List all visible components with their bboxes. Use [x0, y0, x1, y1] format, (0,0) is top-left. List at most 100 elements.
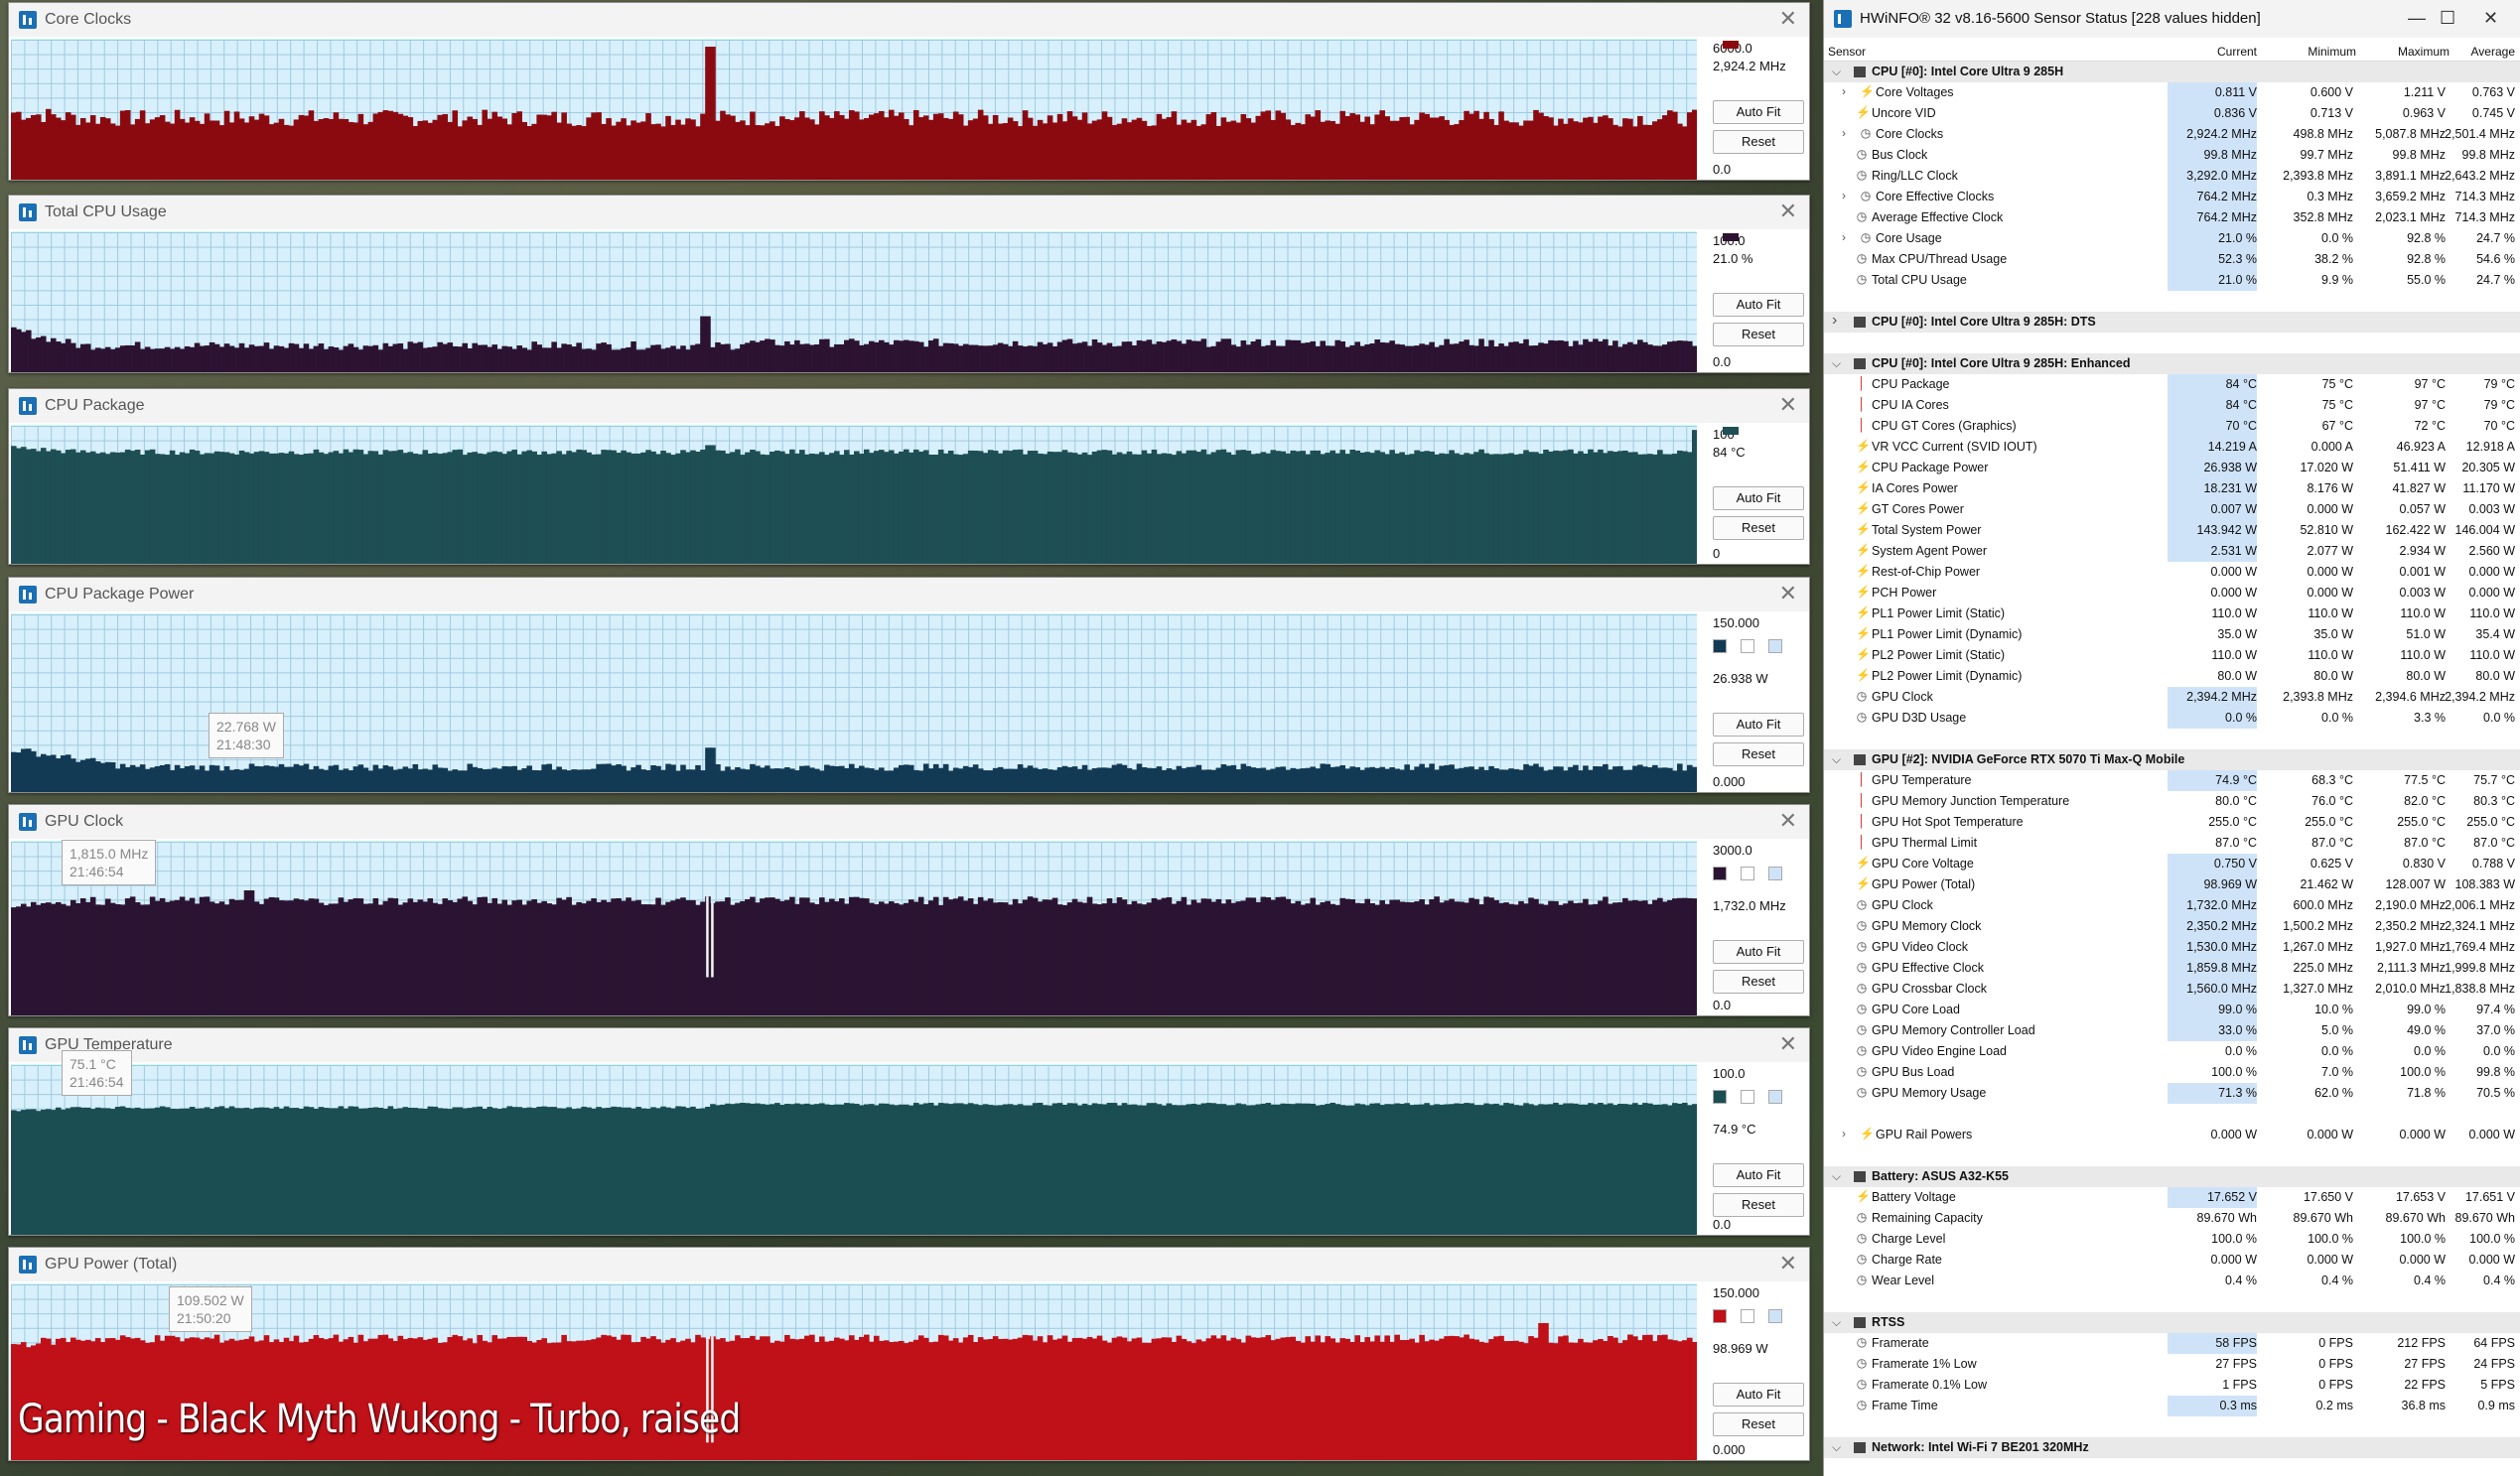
expand-chevron-icon[interactable]: › [1842, 1127, 1846, 1141]
reset-button[interactable]: Reset [1713, 970, 1804, 994]
sensor-row[interactable]: ◷ GPU Memory Controller Load 33.0 % 5.0 % 49… [1824, 1020, 2520, 1041]
graph-title-bar[interactable]: Core Clocks ✕ [9, 3, 1809, 37]
graph-color-marker[interactable] [1723, 41, 1739, 49]
col-average[interactable]: Average [2440, 45, 2515, 59]
sensor-row[interactable]: › ◷ Core Effective Clocks 764.2 MHz 0.3 MHz 3… [1824, 187, 2520, 207]
maximize-icon[interactable]: ☐ [2440, 8, 2455, 29]
sensor-row[interactable]: ⚡ CPU Package Power 26.938 W 17.020 W 51.411… [1824, 458, 2520, 478]
reset-button[interactable]: Reset [1713, 1193, 1804, 1217]
expand-chevron-icon[interactable]: › [1842, 230, 1846, 244]
close-icon[interactable]: ✕ [1779, 393, 1797, 417]
sensor-row[interactable]: ◷ Total CPU Usage 21.0 % 9.9 % 55.0 % 24.7 % [1824, 270, 2520, 291]
sensor-row[interactable]: │ GPU Temperature 74.9 °C 68.3 °C 77.5 °C 75.… [1824, 770, 2520, 791]
graph-color-swatch[interactable] [1713, 1090, 1727, 1104]
chevron-down-icon[interactable]: ⌵ [1832, 752, 1841, 767]
sensor-row[interactable]: ◷ GPU Video Engine Load 0.0 % 0.0 % 0.0 % 0.0… [1824, 1041, 2520, 1062]
sensor-group-header[interactable]: ⌵ GPU [#2]: NVIDIA GeForce RTX 5070 Ti Ma… [1824, 749, 2520, 770]
col-minimum[interactable]: Minimum [2281, 45, 2356, 59]
sensor-row[interactable]: ◷ Remaining Capacity 89.670 Wh 89.670 Wh 89.… [1824, 1208, 2520, 1229]
graph-color-swatch[interactable] [1741, 639, 1754, 653]
sensor-row[interactable]: ◷ GPU Video Clock 1,530.0 MHz 1,267.0 MHz 1,… [1824, 937, 2520, 958]
sensor-row[interactable]: ◷ Framerate 0.1% Low 1 FPS 0 FPS 22 FPS 5 FPS [1824, 1375, 2520, 1396]
close-icon[interactable]: ✕ [1779, 1252, 1797, 1275]
sensor-group-header[interactable]: ⌵ CPU [#0]: Intel Core Ultra 9 285H [1824, 62, 2520, 82]
reset-button[interactable]: Reset [1713, 1412, 1804, 1436]
reset-button[interactable]: Reset [1713, 130, 1804, 154]
sensor-row[interactable]: ⚡ GPU Power (Total) 98.969 W 21.462 W 128.00… [1824, 874, 2520, 895]
sensor-row[interactable]: │ CPU GT Cores (Graphics) 70 °C 67 °C 72 °C 7… [1824, 416, 2520, 437]
sensor-row[interactable]: ◷ GPU Clock 1,732.0 MHz 600.0 MHz 2,190.0 MH… [1824, 895, 2520, 916]
close-icon[interactable]: ✕ [2483, 8, 2498, 29]
graph-color-swatch[interactable] [1768, 639, 1782, 653]
chevron-down-icon[interactable]: ⌵ [1832, 356, 1841, 371]
graph-title-bar[interactable]: CPU Package Power ✕ [9, 578, 1809, 611]
sensor-row[interactable]: ◷ GPU Bus Load 100.0 % 7.0 % 100.0 % 99.8 % [1824, 1062, 2520, 1083]
sensor-row[interactable]: ⚡ System Agent Power 2.531 W 2.077 W 2.934 W… [1824, 541, 2520, 562]
sensor-row[interactable]: ⚡ Uncore VID 0.836 V 0.713 V 0.963 V 0.745 V [1824, 103, 2520, 124]
expand-chevron-icon[interactable]: › [1842, 126, 1846, 140]
graph-title-bar[interactable]: GPU Temperature ✕ [9, 1028, 1809, 1062]
auto-fit-button[interactable]: Auto Fit [1713, 940, 1804, 964]
graph-color-swatch[interactable] [1713, 1309, 1727, 1323]
sensor-row[interactable]: ⚡ Rest-of-Chip Power 0.000 W 0.000 W 0.001 W… [1824, 562, 2520, 583]
sensor-row[interactable]: ⚡ PL1 Power Limit (Static) 110.0 W 110.0 W1… [1824, 604, 2520, 624]
sensor-row[interactable]: ◷ Max CPU/Thread Usage 52.3 % 38.2 % 92.8 % 5… [1824, 249, 2520, 270]
sensor-row[interactable]: ◷ GPU Clock 2,394.2 MHz 2,393.8 MHz 2,394.6 … [1824, 687, 2520, 708]
sensor-row[interactable]: ◷ GPU Effective Clock 1,859.8 MHz 225.0 MHz… [1824, 958, 2520, 979]
sensor-group-header[interactable]: ⌵ CPU [#0]: Intel Core Ultra 9 285H: Enha… [1824, 353, 2520, 374]
title-bar[interactable]: HWiNFO® 32 v8.16-5600 Sensor Status [228… [1824, 0, 2520, 38]
graph-color-marker[interactable] [1723, 427, 1739, 435]
chevron-right-icon[interactable]: › [1832, 312, 1837, 330]
graph-color-swatch[interactable] [1768, 867, 1782, 880]
auto-fit-button[interactable]: Auto Fit [1713, 100, 1804, 124]
graph-color-swatch[interactable] [1741, 867, 1754, 880]
sensor-row[interactable]: ◷ Framerate 1% Low 27 FPS 0 FPS 27 FPS 24 FPS [1824, 1354, 2520, 1375]
chevron-down-icon[interactable]: ⌵ [1832, 1440, 1841, 1455]
sensor-group-header[interactable]: › CPU [#0]: Intel Core Ultra 9 285H: DTS [1824, 312, 2520, 333]
sensor-row[interactable]: │ CPU IA Cores 84 °C 75 °C 97 °C 79 °C [1824, 395, 2520, 416]
sensor-row[interactable]: ◷ GPU Crossbar Clock 1,560.0 MHz 1,327.0 MH… [1824, 979, 2520, 1000]
sensor-group-header[interactable]: ⌵ RTSS [1824, 1312, 2520, 1333]
auto-fit-button[interactable]: Auto Fit [1713, 713, 1804, 737]
sensor-row[interactable]: › ⚡ Core Voltages 0.811 V 0.600 V 1.211 V 0.76… [1824, 82, 2520, 103]
auto-fit-button[interactable]: Auto Fit [1713, 1163, 1804, 1187]
sensor-row[interactable]: ◷ Bus Clock 99.8 MHz 99.7 MHz 99.8 MHz 99.8 M… [1824, 145, 2520, 166]
close-icon[interactable]: ✕ [1779, 1032, 1797, 1056]
sensor-row[interactable]: ◷ Average Effective Clock 764.2 MHz 352.8 M… [1824, 207, 2520, 228]
sensor-row[interactable]: ◷ GPU D3D Usage 0.0 % 0.0 % 3.3 % 0.0 % [1824, 708, 2520, 729]
reset-button[interactable]: Reset [1713, 323, 1804, 346]
sensor-row[interactable]: ⚡ Total System Power 143.942 W 52.810 W 162.… [1824, 520, 2520, 541]
col-maximum[interactable]: Maximum [2370, 45, 2450, 59]
auto-fit-button[interactable]: Auto Fit [1713, 1383, 1804, 1407]
reset-button[interactable]: Reset [1713, 516, 1804, 540]
sensor-row[interactable]: › ⚡ GPU Rail Powers 0.000 W 0.000 W 0.000 W 0.… [1824, 1125, 2520, 1145]
graph-color-swatch[interactable] [1768, 1090, 1782, 1104]
sensor-row[interactable]: › ◷ Core Usage 21.0 % 0.0 % 92.8 % 24.7 % [1824, 228, 2520, 249]
graph-color-swatch[interactable] [1741, 1309, 1754, 1323]
sensor-row[interactable]: ◷ GPU Core Load 99.0 % 10.0 % 99.0 % 97.4 % [1824, 1000, 2520, 1020]
close-icon[interactable]: ✕ [1779, 7, 1797, 31]
graph-title-bar[interactable]: GPU Power (Total) ✕ [9, 1248, 1809, 1281]
auto-fit-button[interactable]: Auto Fit [1713, 486, 1804, 510]
sensor-row[interactable]: ⚡ PL2 Power Limit (Dynamic) 80.0 W 80.0 W 80… [1824, 666, 2520, 687]
sensor-row[interactable]: ⚡ PL1 Power Limit (Dynamic) 35.0 W 35.0 W 51… [1824, 624, 2520, 645]
sensor-row[interactable]: │ GPU Memory Junction Temperature 80.0 °C 7… [1824, 791, 2520, 812]
chevron-down-icon[interactable]: ⌵ [1832, 1315, 1841, 1330]
sensor-row[interactable]: ◷ Charge Level 100.0 % 100.0 % 100.0 % 100.0 … [1824, 1229, 2520, 1250]
auto-fit-button[interactable]: Auto Fit [1713, 293, 1804, 317]
sensor-row[interactable]: ⚡ PL2 Power Limit (Static) 110.0 W 110.0 W1… [1824, 645, 2520, 666]
sensor-row[interactable]: ⚡ GPU Core Voltage 0.750 V 0.625 V 0.830 V 0.… [1824, 854, 2520, 874]
graph-color-swatch[interactable] [1713, 867, 1727, 880]
minimize-icon[interactable]: — [2408, 8, 2426, 29]
expand-chevron-icon[interactable]: › [1842, 189, 1846, 202]
sensor-row[interactable]: ◷ GPU Memory Usage 71.3 % 62.0 % 71.8 % 70.5 … [1824, 1083, 2520, 1104]
graph-color-swatch[interactable] [1768, 1309, 1782, 1323]
graph-title-bar[interactable]: Total CPU Usage ✕ [9, 196, 1809, 229]
sensor-row[interactable]: │ GPU Thermal Limit 87.0 °C 87.0 °C 87.0 °C 8… [1824, 833, 2520, 854]
sensor-row[interactable]: › ◷ Core Clocks 2,924.2 MHz 498.8 MHz 5,087.8… [1824, 124, 2520, 145]
close-icon[interactable]: ✕ [1779, 582, 1797, 605]
sensor-row[interactable]: ◷ Frame Time 0.3 ms 0.2 ms 36.8 ms 0.9 ms [1824, 1396, 2520, 1416]
sensor-row[interactable]: ◷ Framerate 58 FPS 0 FPS 212 FPS 64 FPS [1824, 1333, 2520, 1354]
col-current[interactable]: Current [2189, 45, 2257, 59]
expand-chevron-icon[interactable]: › [1842, 84, 1846, 98]
